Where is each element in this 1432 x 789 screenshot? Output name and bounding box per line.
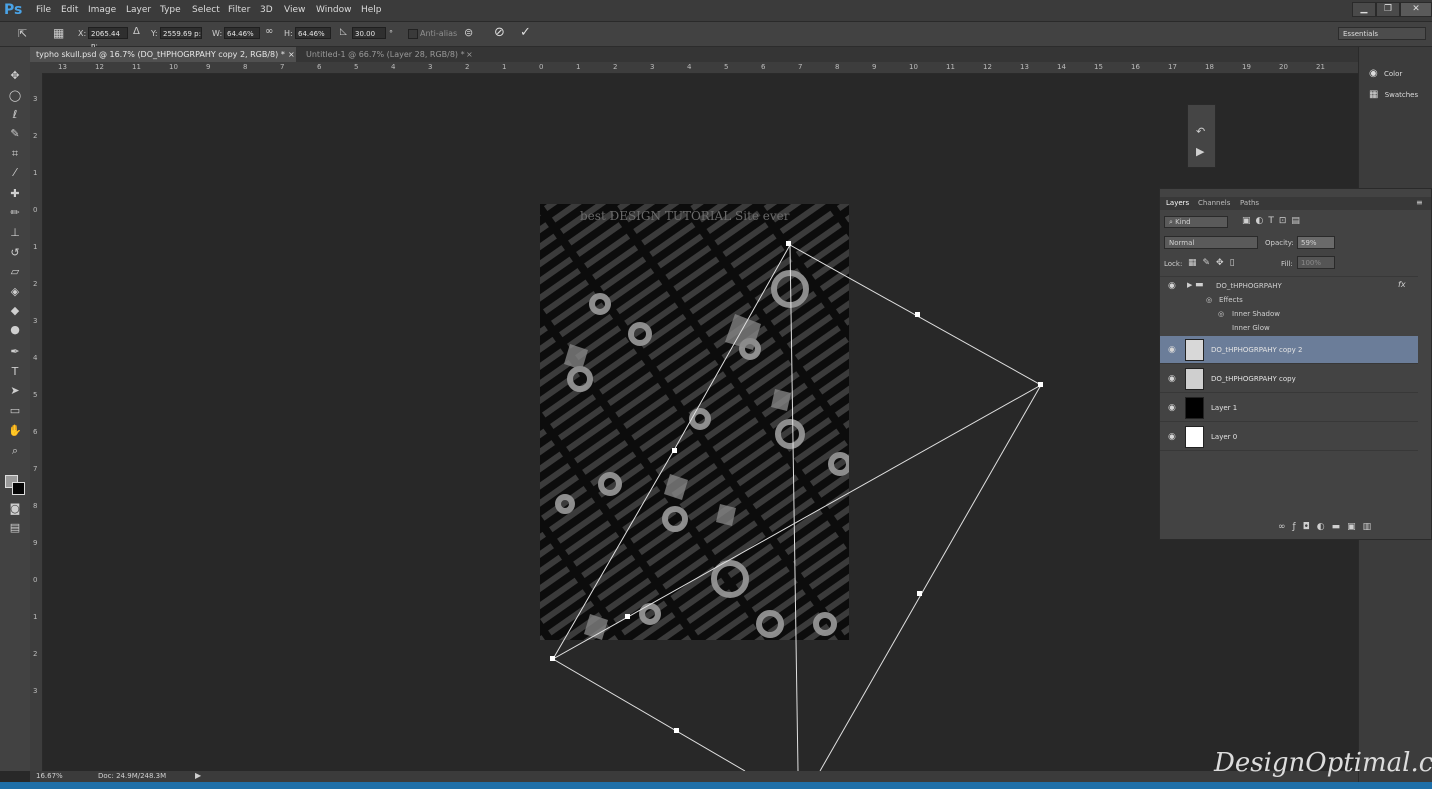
swatches-icon: ▦ (1369, 89, 1379, 100)
layer-group-row[interactable]: ◉ ▶ ▬ DO_tHPHOGRPAHY fx ◎ Effects ◎ Inne… (1160, 276, 1418, 337)
effect-inner-glow[interactable]: Inner Glow (1232, 324, 1270, 332)
effect-inner-shadow[interactable]: Inner Shadow (1232, 310, 1280, 318)
opacity-label: Opacity: (1265, 239, 1294, 247)
taskbar (0, 782, 1432, 789)
layer-name: DO_tHPHOGRPAHY copy (1211, 375, 1296, 383)
kind-label: Kind (1175, 218, 1191, 226)
layer-thumbnail (1185, 397, 1204, 419)
swatches-label: Swatches (1384, 91, 1419, 99)
color-panel-button[interactable]: ◉ Color (1369, 68, 1402, 79)
layer-thumbnail (1185, 339, 1204, 361)
layer-row[interactable]: ◉ DO_tHPHOGRPAHY copy 2 (1160, 336, 1418, 364)
history-actions-panel: ↶ ▶ (1187, 104, 1216, 168)
tab-paths[interactable]: Paths (1240, 199, 1259, 207)
close-button[interactable]: ✕ (1400, 2, 1432, 17)
status-bar: 16.67% Doc: 24.9M/248.3M ▶ (30, 771, 1358, 782)
folder-icon: ▬ (1195, 280, 1204, 290)
blend-mode-select[interactable]: Normal (1164, 236, 1258, 249)
effect-eye-icon[interactable]: ◎ (1218, 310, 1224, 318)
zoom-level[interactable]: 16.67% (36, 772, 63, 780)
visibility-eye-icon[interactable]: ◉ (1168, 403, 1176, 413)
layer-name: Layer 0 (1211, 433, 1238, 441)
search-icon: ⌕ (1169, 218, 1173, 226)
doc-size: Doc: 24.9M/248.3M (98, 772, 167, 780)
layers-panel: Layers Channels Paths ≡ ⌕ Kind ▣◐T⊡▤ Nor… (1159, 188, 1432, 540)
fill-field[interactable]: 100% (1297, 256, 1335, 269)
fx-icon[interactable]: fx (1398, 280, 1406, 289)
expand-arrow-icon[interactable]: ▶ (1187, 281, 1192, 289)
restore-button[interactable]: ❐ (1376, 2, 1400, 17)
layer-thumbnail (1185, 426, 1204, 448)
effects-eye-icon[interactable]: ◎ (1206, 296, 1212, 304)
history-icon[interactable]: ↶ (1196, 125, 1205, 138)
layer-name: DO_tHPHOGRPAHY copy 2 (1211, 346, 1303, 354)
effects-label: Effects (1219, 296, 1243, 304)
group-name: DO_tHPHOGRPAHY (1216, 282, 1282, 290)
watermark: DesignOptimal.com (1214, 748, 1432, 778)
lock-label: Lock: (1164, 260, 1183, 268)
filter-icons[interactable]: ▣◐T⊡▤ (1242, 216, 1305, 226)
panel-menu-icon[interactable]: ≡ (1416, 198, 1423, 207)
status-menu-icon[interactable]: ▶ (195, 771, 201, 780)
layer-thumbnail (1185, 368, 1204, 390)
layer-row[interactable]: ◉ Layer 1 (1160, 394, 1418, 422)
visibility-eye-icon[interactable]: ◉ (1168, 374, 1176, 384)
tab-channels[interactable]: Channels (1198, 199, 1230, 207)
visibility-eye-icon[interactable]: ◉ (1168, 432, 1176, 442)
layer-row[interactable]: ◉ Layer 0 (1160, 423, 1418, 451)
visibility-eye-icon[interactable]: ◉ (1168, 345, 1176, 355)
swatches-panel-button[interactable]: ▦ Swatches (1369, 89, 1418, 100)
actions-play-icon[interactable]: ▶ (1196, 145, 1204, 158)
layer-name: Layer 1 (1211, 404, 1238, 412)
layer-actions-icons[interactable]: ∞ƒ◘◐▬▣▥ (1278, 522, 1378, 532)
transform-bounding-box[interactable] (0, 0, 1358, 771)
tab-layers[interactable]: Layers (1166, 199, 1189, 207)
lock-icons[interactable]: ▦✎✥▯ (1188, 258, 1241, 268)
color-icon: ◉ (1369, 68, 1378, 79)
opacity-field[interactable]: 59% (1297, 236, 1335, 249)
fill-label: Fill: (1281, 260, 1293, 268)
color-label: Color (1383, 70, 1403, 78)
layer-row[interactable]: ◉ DO_tHPHOGRPAHY copy (1160, 365, 1418, 393)
visibility-eye-icon[interactable]: ◉ (1168, 281, 1176, 291)
filter-kind-select[interactable]: ⌕ Kind (1164, 216, 1228, 228)
